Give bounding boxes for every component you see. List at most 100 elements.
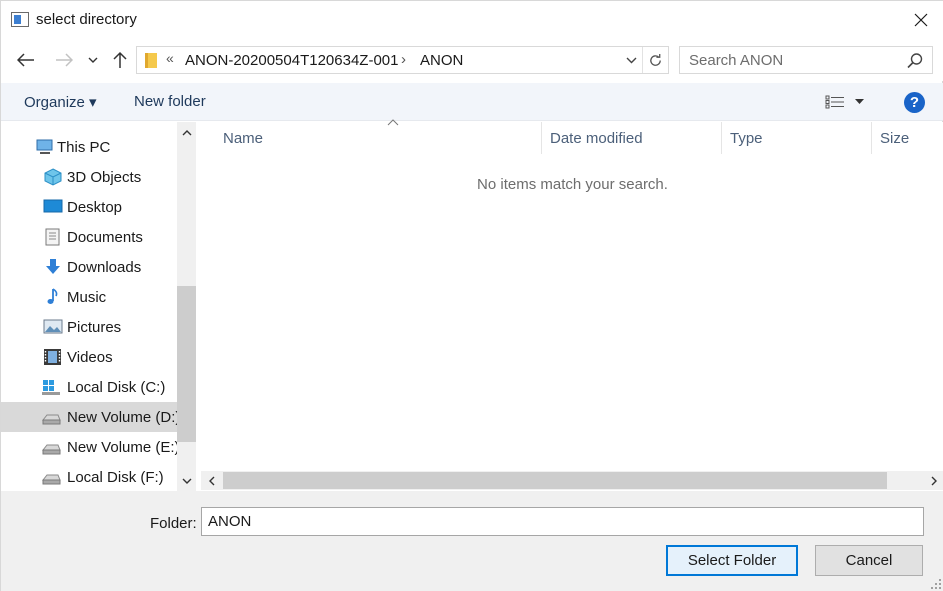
column-header-label: Size — [880, 130, 910, 147]
drive-icon — [41, 474, 61, 485]
command-toolbar: Organize ▾ New folder ? — [1, 83, 943, 121]
window-title: select directory — [36, 11, 137, 28]
folder-name-input[interactable] — [201, 507, 924, 536]
chevron-down-icon — [626, 57, 636, 63]
drive-icon — [41, 414, 61, 425]
tree-item-label: New Volume (D:) — [67, 408, 181, 426]
address-overflow-icon[interactable]: « — [166, 50, 174, 66]
select-folder-button[interactable]: Select Folder — [666, 545, 798, 576]
windows-drive-icon — [42, 380, 60, 395]
document-icon — [45, 228, 60, 246]
column-header-size[interactable]: Size — [872, 122, 943, 154]
film-icon — [44, 349, 61, 365]
column-header-label: Name — [223, 130, 264, 147]
tree-item-label: Music — [67, 288, 107, 306]
empty-message: No items match your search. — [477, 176, 668, 193]
refresh-icon — [650, 53, 661, 66]
select-directory-dialog: select directory « ANON-20200504T120634Z… — [0, 0, 943, 591]
organize-button[interactable]: Organize ▾ — [24, 93, 97, 111]
download-arrow-icon — [46, 259, 60, 274]
column-header-label: Date modified — [550, 130, 643, 147]
file-list: Name Date modified Type Size No items ma… — [201, 119, 943, 491]
tree-item-desktop[interactable]: Desktop — [1, 192, 177, 222]
chevron-left-icon — [208, 476, 214, 485]
tree-item-label: Documents — [67, 228, 143, 246]
tree-item-label: Downloads — [67, 258, 142, 276]
address-bar[interactable]: « ANON-20200504T120634Z-001 › ANON — [136, 46, 669, 74]
tree-item-music[interactable]: Music — [1, 282, 177, 312]
chevron-up-icon — [182, 129, 191, 135]
scroll-right-button[interactable] — [924, 471, 943, 490]
dialog-footer: Folder: Select Folder Cancel — [1, 491, 943, 591]
arrow-right-icon — [56, 53, 73, 67]
tree-item-documents[interactable]: Documents — [1, 222, 177, 252]
resize-grip-icon[interactable] — [930, 578, 942, 590]
navigation-bar: « ANON-20200504T120634Z-001 › ANON — [1, 39, 943, 81]
desktop-icon — [43, 199, 63, 213]
tree-item-label: This PC — [57, 138, 111, 156]
tree-item-label: Local Disk (F:) — [67, 468, 164, 486]
address-separator-icon[interactable]: › — [401, 51, 406, 68]
address-dropdown-button[interactable] — [621, 50, 641, 70]
tree-item-pictures[interactable]: Pictures — [1, 312, 177, 342]
scroll-down-button[interactable] — [177, 471, 196, 491]
help-button[interactable]: ? — [904, 92, 925, 113]
tree-item-label: Local Disk (C:) — [67, 378, 166, 396]
tree-item-local-disk-c[interactable]: Local Disk (C:) — [1, 372, 177, 402]
refresh-button[interactable] — [642, 47, 668, 73]
column-header-date-modified[interactable]: Date modified — [542, 122, 721, 154]
up-button[interactable] — [107, 47, 133, 73]
folder-icon — [145, 53, 157, 68]
recent-locations-button[interactable] — [83, 47, 103, 73]
back-button[interactable] — [13, 47, 39, 73]
tree-item-label: New Volume (E:) — [67, 438, 180, 456]
sort-ascending-icon — [387, 119, 399, 126]
scroll-left-button[interactable] — [201, 471, 221, 490]
address-segment-current[interactable]: ANON — [420, 52, 463, 69]
column-header-label: Type — [730, 130, 763, 147]
search-box[interactable] — [679, 46, 933, 74]
address-segment-parent[interactable]: ANON-20200504T120634Z-001 — [185, 52, 398, 69]
close-button[interactable] — [898, 1, 943, 39]
column-header-name[interactable]: Name — [215, 119, 541, 154]
window-icon — [11, 12, 29, 27]
drive-icon — [41, 444, 61, 455]
new-folder-button[interactable]: New folder — [134, 93, 206, 110]
column-header-type[interactable]: Type — [722, 122, 871, 154]
close-icon — [914, 13, 928, 27]
tree-item-downloads[interactable]: Downloads — [1, 252, 177, 282]
search-input[interactable] — [689, 52, 899, 69]
tree-item-new-volume-d[interactable]: New Volume (D:) — [1, 402, 181, 432]
scroll-up-button[interactable] — [177, 122, 196, 142]
arrow-left-icon — [17, 53, 34, 67]
computer-icon — [36, 139, 53, 154]
details-view-icon — [825, 95, 844, 109]
tree-item-this-pc[interactable]: This PC — [1, 132, 177, 162]
chevron-down-icon — [182, 478, 191, 484]
tree-item-label: Pictures — [67, 318, 122, 336]
navigation-pane-scrollbar[interactable] — [177, 122, 196, 491]
file-list-horizontal-scrollbar[interactable] — [201, 471, 943, 490]
tree-item-3d-objects[interactable]: 3D Objects — [1, 162, 177, 192]
navigation-pane: This PC 3D Objects Desktop Documents Dow… — [1, 122, 197, 491]
forward-button[interactable] — [51, 47, 77, 73]
caret-down-icon — [855, 99, 864, 104]
change-view-button[interactable] — [825, 91, 871, 113]
arrow-up-icon — [113, 51, 127, 68]
chevron-right-icon — [931, 476, 937, 485]
cube-icon — [44, 168, 62, 186]
cancel-button[interactable]: Cancel — [815, 545, 923, 576]
chevron-down-icon — [88, 57, 98, 63]
tree-item-local-disk-f[interactable]: Local Disk (F:) — [1, 462, 177, 491]
folder-label: Folder: — [150, 515, 197, 532]
music-note-icon — [47, 288, 58, 304]
scrollbar-thumb[interactable] — [223, 472, 887, 489]
tree-item-new-volume-e[interactable]: New Volume (E:) — [1, 432, 180, 462]
picture-icon — [43, 319, 63, 334]
tree-item-label: Desktop — [67, 198, 123, 216]
tree-item-videos[interactable]: Videos — [1, 342, 177, 372]
scrollbar-thumb[interactable] — [177, 286, 196, 442]
title-bar: select directory — [1, 1, 943, 39]
tree-item-label: 3D Objects — [67, 168, 142, 186]
search-icon[interactable] — [906, 52, 924, 70]
